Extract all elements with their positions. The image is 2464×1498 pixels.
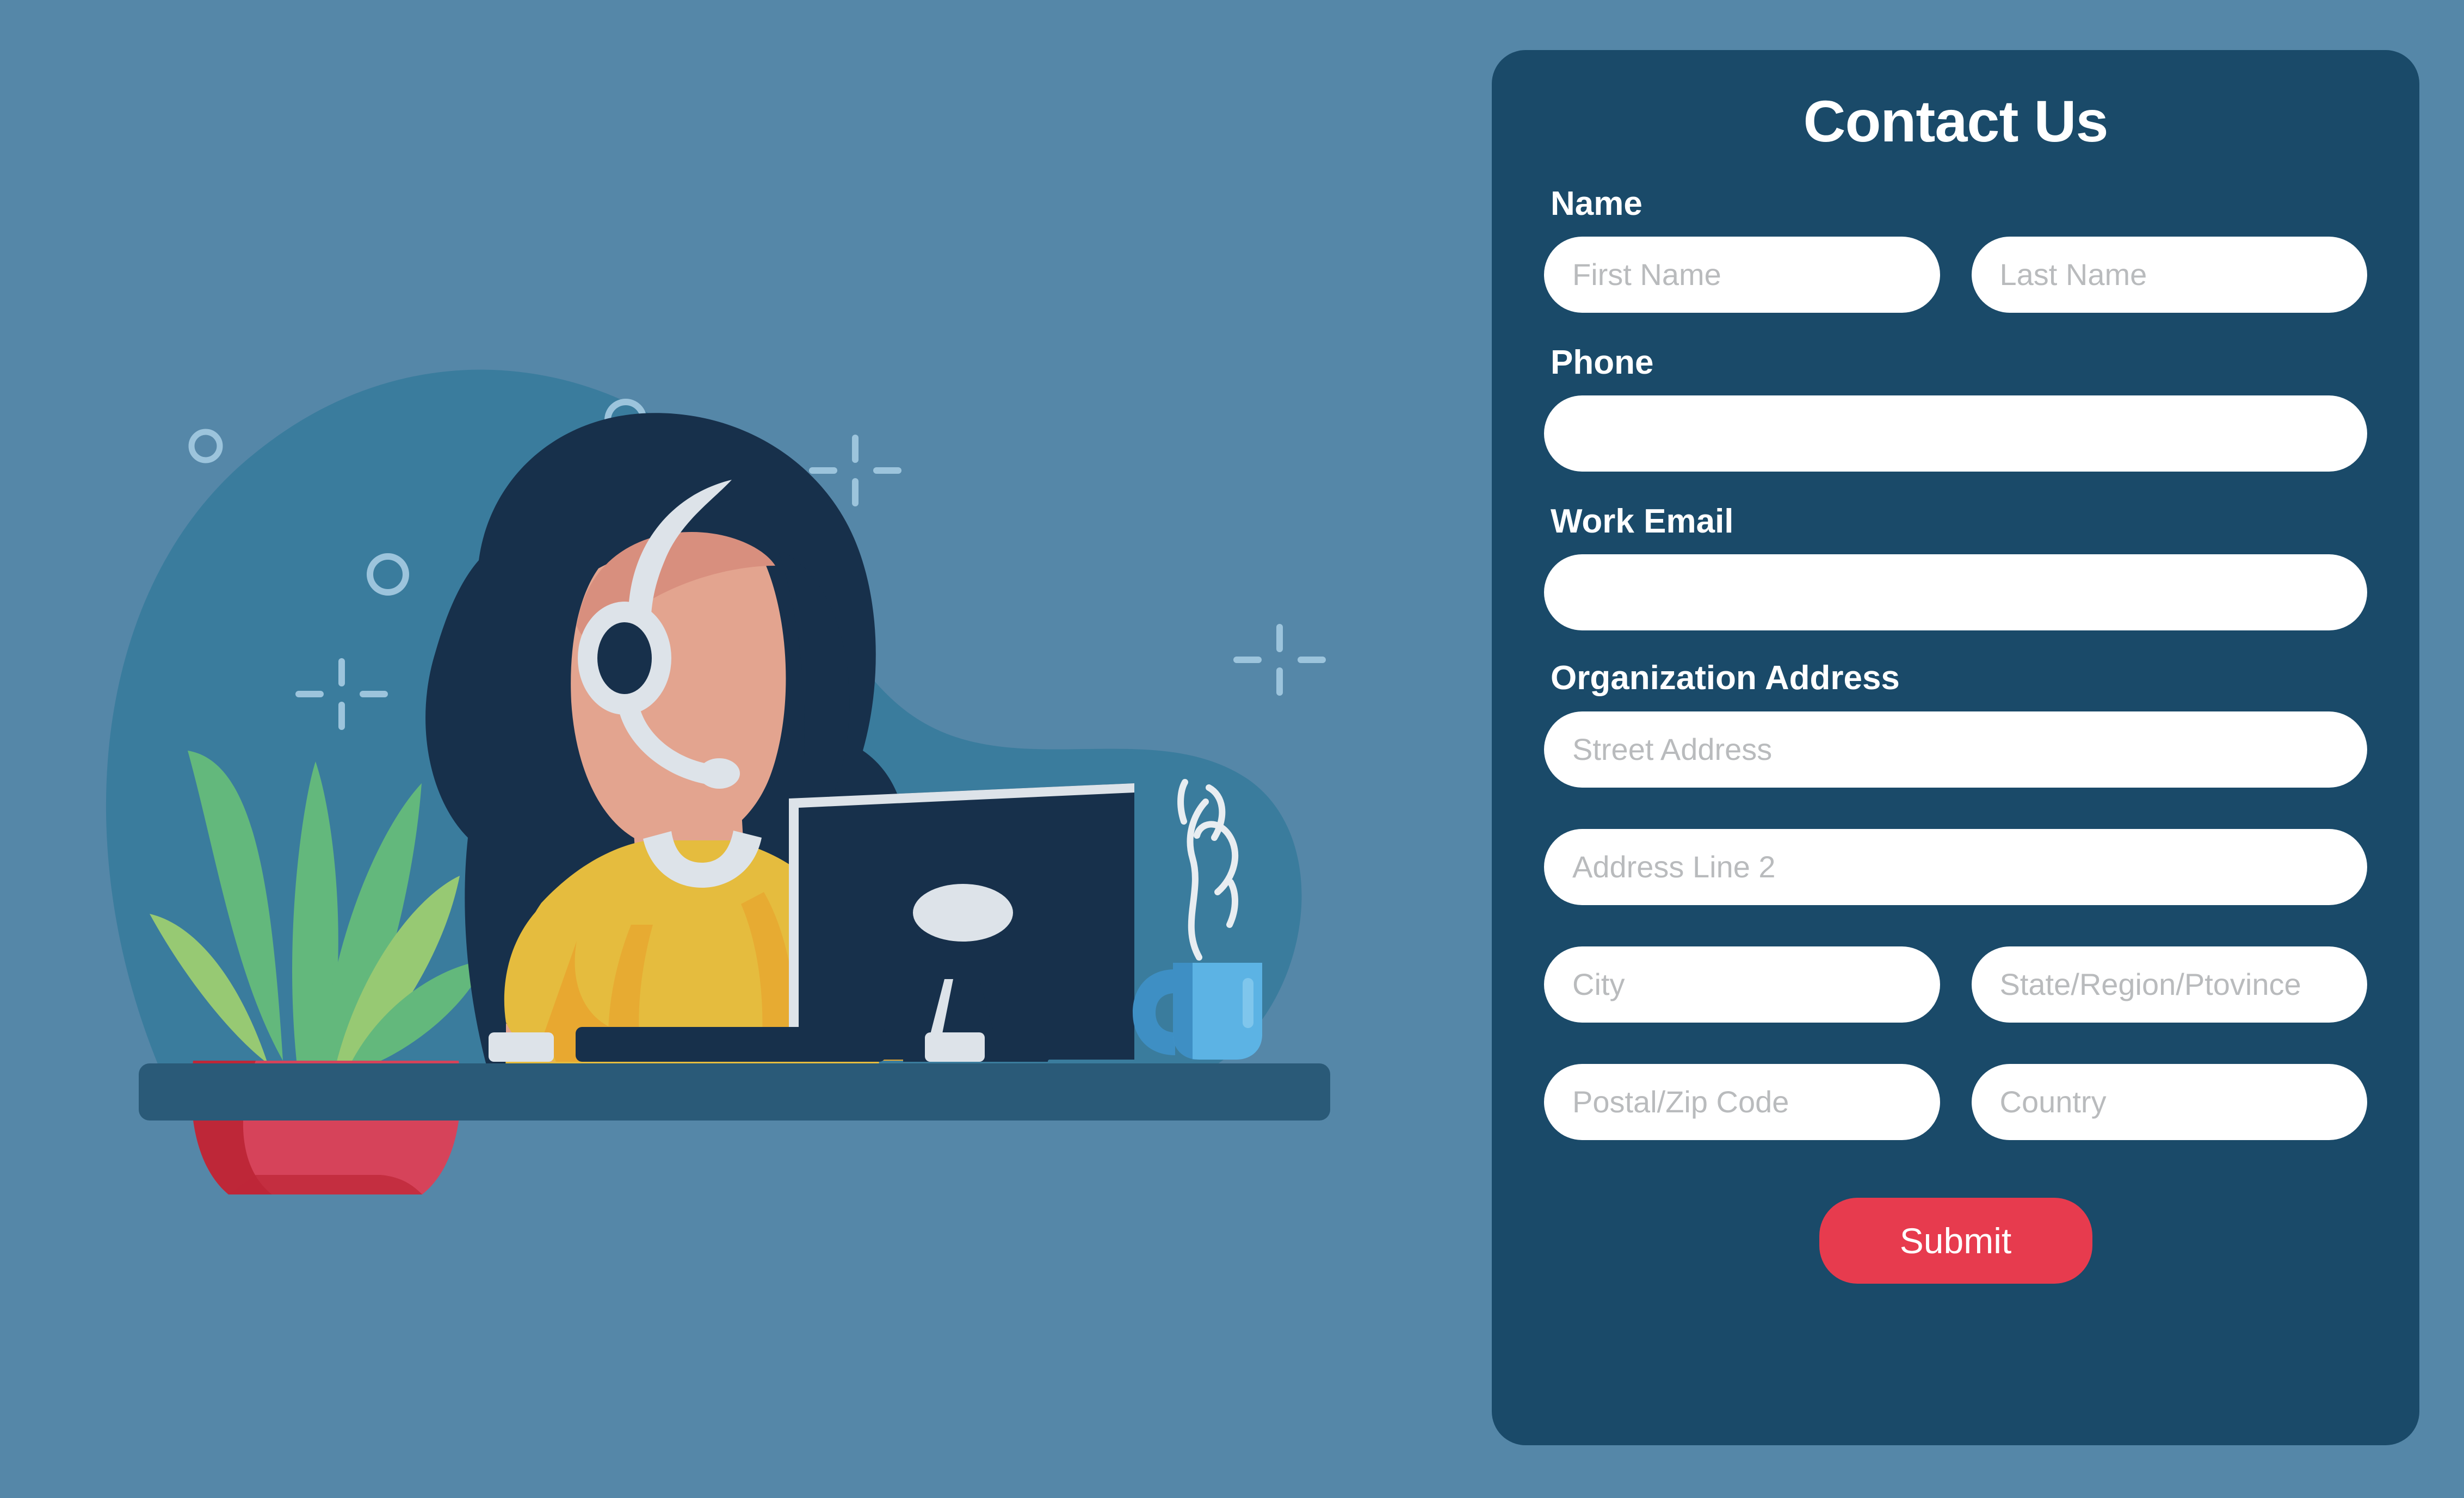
desk <box>139 1063 1330 1121</box>
phone-input[interactable] <box>1544 395 2367 472</box>
street-address-input[interactable] <box>1544 711 2367 788</box>
field-group-name: Name <box>1544 185 2367 313</box>
page-title: Contact Us <box>1803 88 2108 154</box>
mouse <box>925 1032 1050 1062</box>
country-input[interactable] <box>1971 1063 2367 1140</box>
state-region-province-input[interactable] <box>1971 946 2367 1023</box>
submit-row: Submit <box>1544 1197 2367 1284</box>
customer-support-agent-illustration <box>0 0 1425 1498</box>
coffee-mug <box>1133 963 1262 1060</box>
postal-zip-code-input[interactable] <box>1544 1063 1940 1140</box>
first-name-input[interactable] <box>1544 236 1940 313</box>
monitor-logo <box>913 884 1013 942</box>
address-line-2-input[interactable] <box>1544 828 2367 905</box>
street-address-row <box>1544 711 2367 788</box>
work-email-row <box>1544 554 2367 631</box>
postal-country-row <box>1544 1063 2367 1140</box>
organization-address-rows <box>1544 711 2367 1140</box>
label-work-email: Work Email <box>1551 503 1734 541</box>
field-group-phone: Phone <box>1544 344 2367 472</box>
phone-row <box>1544 395 2367 472</box>
label-phone: Phone <box>1551 343 1654 381</box>
submit-button[interactable]: Submit <box>1819 1197 2092 1284</box>
name-row <box>1544 236 2367 313</box>
city-input[interactable] <box>1544 946 1940 1023</box>
address-line-2-row <box>1544 828 2367 905</box>
label-name: Name <box>1551 184 1642 222</box>
mug-highlight <box>1243 978 1253 1028</box>
desktop-monitor <box>789 783 1134 1062</box>
decorative-circle <box>188 429 223 463</box>
city-state-row <box>1544 946 2367 1023</box>
headset-earcup-inner <box>597 622 652 694</box>
last-name-input[interactable] <box>1971 236 2367 313</box>
headset-mic <box>699 758 740 789</box>
field-group-work-email: Work Email <box>1544 503 2367 631</box>
plant-pot-shadow <box>229 1175 422 1194</box>
label-organization-address: Organization Address <box>1551 659 1900 697</box>
page-root: Contact Us Name Phone Work Email Organi <box>0 0 2464 1498</box>
contact-form-panel: Contact Us Name Phone Work Email Organi <box>1492 50 2419 1445</box>
work-email-input[interactable] <box>1544 554 2367 631</box>
field-group-organization-address: Organization Address <box>1544 660 2367 1140</box>
decorative-cross-mark <box>1233 624 1326 696</box>
